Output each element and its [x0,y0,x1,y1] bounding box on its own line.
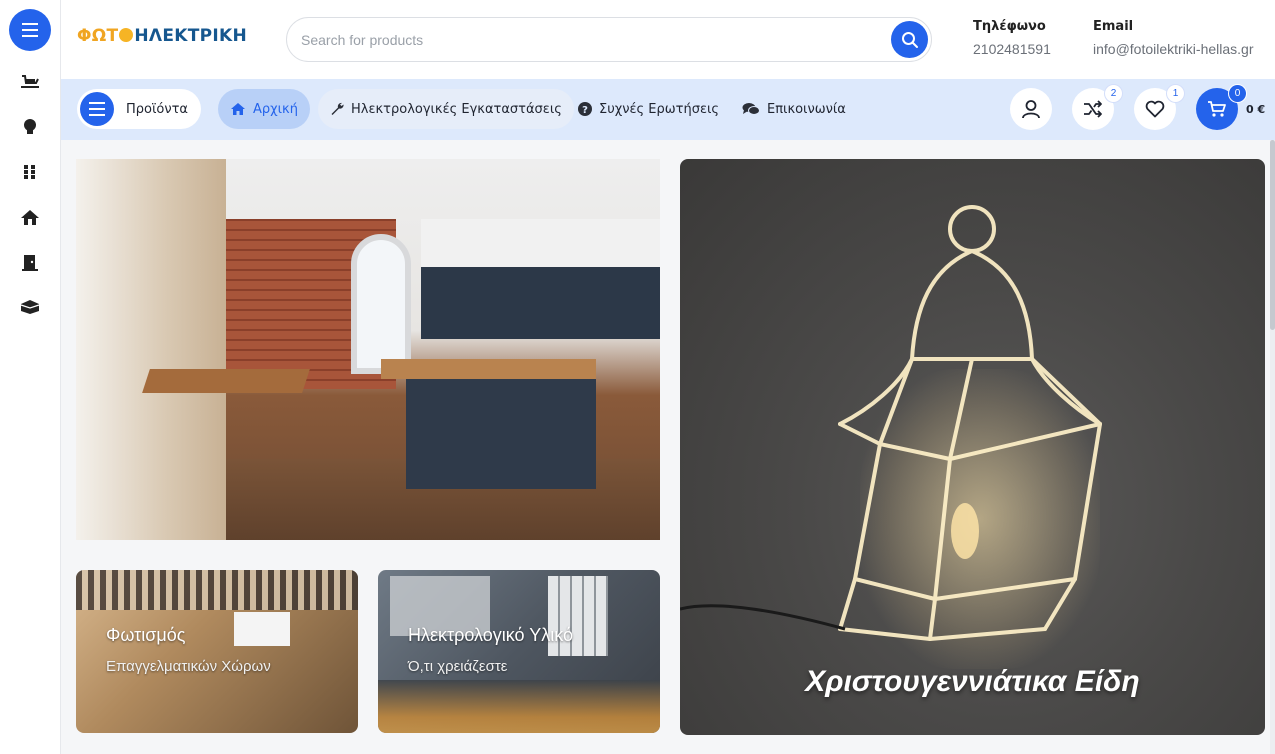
svg-text:?: ? [582,105,588,116]
nav-item-faq[interactable]: ? Συχνές Ερωτήσεις [566,89,731,129]
sleigh-icon[interactable] [18,70,42,94]
kitchen-banner[interactable] [76,159,660,540]
home-icon [230,102,246,116]
door-icon[interactable] [18,250,42,274]
email-contact: Email info@fotoilektriki-hellas.gr [1093,19,1254,57]
logo-part-b: ΗΛΕΚΤΡΙΚΗ [134,26,248,46]
nav-item-installations-label: Ηλεκτρολογικές Εγκαταστάσεις [351,101,562,117]
search-bar [286,17,932,62]
products-menu-icon [80,92,114,126]
nav-item-contact[interactable]: Επικοινωνία [730,89,858,129]
wishlist-button[interactable]: 1 [1134,85,1184,130]
dining-table [142,369,310,393]
nav-item-home[interactable]: Αρχική [218,89,310,129]
products-menu-label: Προϊόντα [126,101,188,117]
logo-bulb-icon [119,28,134,42]
kitchen-curtain [76,159,226,540]
search-icon [901,31,918,48]
scrollbar-thumb[interactable] [1270,140,1275,330]
main-nav: Προϊόντα Αρχική Ηλεκτρολογικές Εγκαταστά… [61,79,1275,140]
office-banner-subtitle: Επαγγελματικών Χώρων [106,658,271,675]
phone-label: Τηλέφωνο [973,19,1046,34]
compare-button[interactable]: 2 [1072,85,1122,130]
page-scrollbar[interactable] [1270,140,1275,754]
search-input[interactable] [301,18,881,61]
chat-icon [742,102,760,116]
compare-count-badge: 2 [1105,85,1122,102]
christmas-banner[interactable]: Χριστουγεννιάτικα Είδη [680,159,1265,735]
question-icon: ? [578,102,592,116]
nav-item-contact-label: Επικοινωνία [767,101,846,117]
kitchen-cabinets [421,219,660,339]
house-icon[interactable] [18,205,42,229]
electrical-banner-subtitle: Ό,τι χρειάζεστε [408,658,508,675]
kitchen-counter [381,359,596,379]
office-banner-title: Φωτισμός [106,625,186,645]
rail-menu-button[interactable] [9,9,51,51]
hamburger-icon [22,23,38,37]
site-logo[interactable]: ΦΩΤ ΗΛΕΚΤΡΙΚΗ [77,26,247,46]
nav-item-installations[interactable]: Ηλεκτρολογικές Εγκαταστάσεις [318,89,574,129]
left-rail [0,0,61,754]
cart-count-badge: 0 [1229,85,1246,102]
kitchen-arch-window [351,234,411,374]
office-ceiling [76,570,358,610]
email-value[interactable]: info@fotoilektriki-hellas.gr [1093,41,1254,57]
grid-icon[interactable] [18,160,42,184]
electrical-cables [378,680,660,733]
header: ΦΩΤ ΗΛΕΚΤΡΙΚΗ Τηλέφωνο 2102481591 Email i… [61,0,1275,79]
wrench-icon [330,102,344,116]
nav-item-faq-label: Συχνές Ερωτήσεις [599,101,720,117]
electrical-banner-title: Ηλεκτρολογικό Υλικό [408,625,574,645]
account-button[interactable] [1010,88,1052,130]
phone-value[interactable]: 2102481591 [973,41,1051,57]
electrical-material-banner[interactable]: Ηλεκτρολογικό Υλικό Ό,τι χρειάζεστε [378,570,660,733]
nav-item-home-label: Αρχική [253,101,298,117]
heart-icon [1145,100,1165,118]
logo-part-a: ΦΩΤ [77,26,119,46]
shuffle-icon [1084,100,1102,118]
wishlist-count-badge: 1 [1167,85,1184,102]
lightbulb-icon[interactable] [18,115,42,139]
phone-contact: Τηλέφωνο 2102481591 [973,19,1051,57]
christmas-banner-title: Χριστουγεννιάτικα Είδη [805,665,1140,698]
kitchen-island [406,379,596,489]
box-icon[interactable] [18,295,42,319]
lantern-lights-image [680,205,1102,641]
products-menu-button[interactable]: Προϊόντα [77,89,201,129]
user-icon [1022,100,1040,119]
search-button[interactable] [891,21,928,58]
office-lighting-banner[interactable]: Φωτισμός Επαγγελματικών Χώρων [76,570,358,733]
cart-total[interactable]: 0 € [1246,103,1265,116]
email-label: Email [1093,19,1134,34]
cart-icon [1208,101,1226,117]
office-screen [234,612,290,646]
cart-button[interactable]: 0 [1196,85,1246,130]
